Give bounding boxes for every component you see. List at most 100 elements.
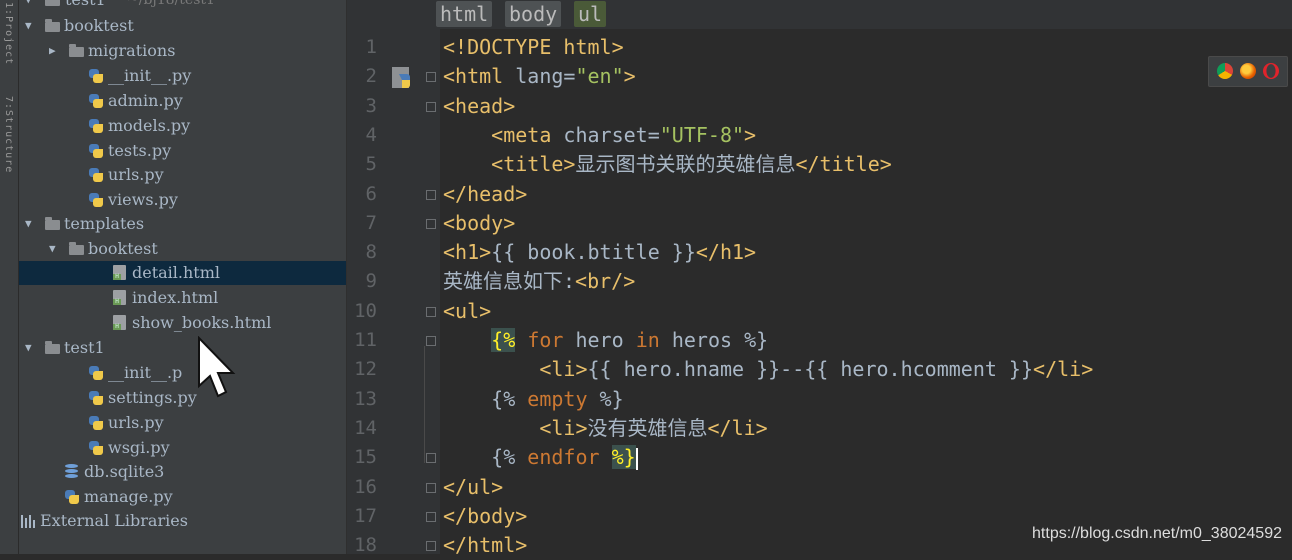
- code-token: {%: [491, 328, 516, 352]
- code-token: hero: [563, 328, 636, 352]
- opera-icon[interactable]: [1263, 63, 1279, 79]
- tree-item[interactable]: urls.py: [19, 163, 346, 187]
- line-number: 2: [365, 65, 377, 88]
- code-line[interactable]: <li>{{ hero.hname }}--{{ hero.hcomment }…: [443, 355, 1093, 384]
- chevron-down-icon[interactable]: ▼: [25, 342, 32, 354]
- breadcrumb-html[interactable]: html: [436, 1, 493, 27]
- chevron-down-icon[interactable]: ▼: [49, 243, 56, 255]
- fold-marker-icon[interactable]: [426, 336, 436, 346]
- tree-item-label: test1: [64, 338, 105, 357]
- code-editor[interactable]: html body ul 1 2 3 4 5 6 7 8 9 10 11 12 13 14 15 16 17 18…: [347, 0, 1292, 557]
- code-token: endfor: [527, 445, 600, 470]
- fold-marker-icon[interactable]: [426, 541, 436, 552]
- tree-root-label: test1: [65, 0, 106, 10]
- code-token: heros %}: [659, 328, 769, 352]
- chevron-down-icon[interactable]: ▼: [25, 0, 32, 6]
- tree-item[interactable]: ▼ test1: [19, 336, 346, 360]
- chrome-icon[interactable]: [1217, 63, 1233, 79]
- tree-item[interactable]: wsgi.py: [19, 436, 346, 460]
- tree-item[interactable]: Hshow_books.html: [19, 311, 346, 335]
- tree-item[interactable]: settings.py: [19, 386, 346, 410]
- tree-item-label: wsgi.py: [108, 438, 170, 457]
- code-line[interactable]: <!DOCTYPE html>: [443, 33, 624, 62]
- fold-marker-icon[interactable]: [426, 218, 436, 229]
- code-token: in: [635, 328, 660, 352]
- tree-item-label: manage.py: [84, 487, 173, 506]
- tree-item[interactable]: manage.py: [19, 485, 346, 509]
- firefox-icon[interactable]: [1240, 63, 1256, 79]
- python-file-icon: [89, 441, 103, 455]
- project-tool-tab[interactable]: 1:Project: [3, 2, 14, 65]
- html-file-icon: H: [113, 265, 126, 280]
- tree-root[interactable]: ▼ test1 ~/bj18/test1: [19, 0, 346, 12]
- line-number: 6: [365, 182, 377, 205]
- tree-item[interactable]: admin.py: [19, 89, 346, 113]
- browser-preview-bar: [1208, 56, 1288, 87]
- fold-marker-icon[interactable]: [426, 72, 436, 83]
- chevron-down-icon[interactable]: ▼: [25, 20, 32, 32]
- tree-item[interactable]: urls.py: [19, 411, 346, 435]
- tree-item[interactable]: Hdetail.html: [19, 261, 346, 285]
- tree-item-label: db.sqlite3: [84, 462, 165, 481]
- fold-marker-icon[interactable]: [426, 189, 436, 200]
- code-line[interactable]: <title>显示图书关联的英雄信息</title>: [443, 150, 892, 179]
- code-line[interactable]: <h1>{{ book.btitle }}</h1>: [443, 238, 756, 267]
- fold-marker-icon[interactable]: [426, 306, 436, 317]
- fold-marker-icon[interactable]: [426, 453, 436, 464]
- code-line[interactable]: <html lang="en">: [443, 62, 636, 91]
- code-line[interactable]: {% empty %}: [443, 385, 624, 414]
- code-line[interactable]: <head>: [443, 92, 515, 121]
- tree-item[interactable]: ▼ templates: [19, 212, 346, 236]
- breadcrumb-body[interactable]: body: [505, 1, 562, 27]
- code-line[interactable]: <meta charset="UTF-8">: [443, 121, 756, 150]
- code-line[interactable]: <li>没有英雄信息</li>: [443, 414, 767, 443]
- project-tree: ▼ test1 ~/bj18/test1 ▼ booktest ▶ migration…: [19, 0, 347, 554]
- tree-item[interactable]: ▼ booktest: [19, 237, 346, 261]
- code-line[interactable]: <ul>: [443, 297, 491, 326]
- tree-item[interactable]: __init__.p: [19, 361, 346, 385]
- tree-item[interactable]: views.py: [19, 188, 346, 212]
- code-line[interactable]: {% endfor %}: [443, 443, 638, 472]
- code-token: %}: [587, 386, 624, 411]
- code-line[interactable]: </html>: [443, 531, 527, 560]
- tree-item[interactable]: ▼ booktest: [19, 14, 346, 38]
- tree-item-label: views.py: [108, 190, 178, 209]
- code-line[interactable]: {% for hero in heros %}: [443, 326, 768, 355]
- tree-item-label: __init__.p: [108, 363, 183, 382]
- chevron-right-icon[interactable]: ▶: [49, 45, 56, 57]
- tree-item-label: booktest: [88, 239, 158, 258]
- code-line[interactable]: <body>: [443, 209, 515, 238]
- chevron-down-icon[interactable]: ▼: [25, 218, 32, 230]
- fold-marker-icon[interactable]: [426, 482, 436, 493]
- tree-item[interactable]: __init__.py: [19, 64, 346, 88]
- code-line[interactable]: 英雄信息如下:<br/>: [443, 267, 635, 296]
- breadcrumb-ul[interactable]: ul: [574, 1, 607, 27]
- structure-tool-tab[interactable]: 7:Structure: [3, 96, 14, 173]
- code-token: {{ book.btitle }}: [491, 240, 696, 265]
- folder-icon: [45, 19, 60, 32]
- tree-item[interactable]: models.py: [19, 114, 346, 138]
- python-file-icon: [89, 144, 103, 158]
- code-token: 英雄信息如下:: [443, 269, 576, 294]
- tree-item[interactable]: db.sqlite3: [19, 460, 346, 484]
- fold-marker-icon[interactable]: [426, 101, 436, 112]
- fold-marker-icon[interactable]: [426, 511, 436, 522]
- code-line[interactable]: </body>: [443, 502, 527, 531]
- tree-item-label: __init__.py: [108, 66, 192, 85]
- python-file-icon: [89, 416, 103, 430]
- tree-item[interactable]: tests.py: [19, 139, 346, 163]
- html-file-icon: H: [113, 290, 126, 305]
- code-token: 没有英雄信息: [587, 415, 708, 440]
- code-token: </ul>: [443, 474, 504, 499]
- tree-item[interactable]: ▶External Libraries: [19, 509, 346, 533]
- code-token: charset=: [563, 122, 660, 147]
- code-line[interactable]: </head>: [443, 180, 527, 209]
- tree-item[interactable]: Hindex.html: [19, 286, 346, 310]
- code-line[interactable]: </ul>: [443, 473, 503, 502]
- code-token: <!DOCTYPE html>: [443, 35, 624, 59]
- tree-item[interactable]: ▶ migrations: [19, 39, 346, 63]
